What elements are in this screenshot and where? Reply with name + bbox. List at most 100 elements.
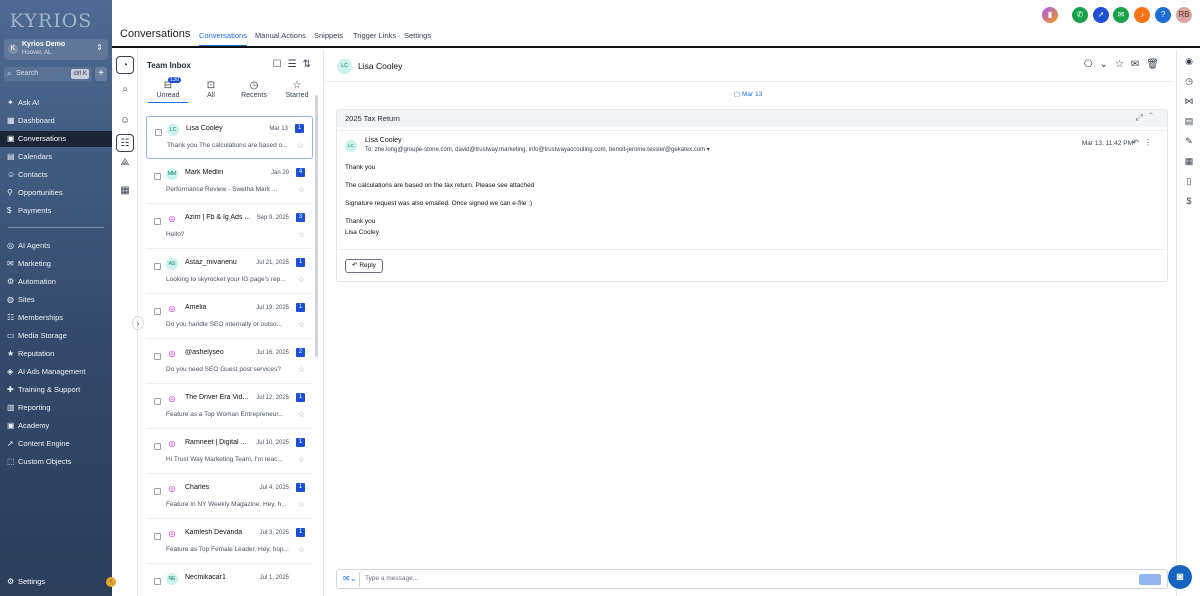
sidebar-item-calendars[interactable]: ▤ Calendars bbox=[0, 149, 112, 165]
sidebar-item-opportunities[interactable]: ⚲ Opportunities bbox=[0, 185, 112, 201]
conversation-row[interactable]: ◎ Ramneet | Digital ... Jul 10, 2025 1 Hi Tr… bbox=[146, 431, 313, 474]
row-checkbox[interactable] bbox=[154, 173, 161, 180]
filter-icon[interactable]: ☰ bbox=[288, 59, 303, 70]
conversation-row[interactable]: NE Necmikacar1 Jul 1, 2025 bbox=[146, 566, 313, 596]
star-icon[interactable]: ☆ bbox=[298, 275, 305, 284]
notes-icon[interactable]: ✎ bbox=[1182, 134, 1196, 148]
filter-tab-starred[interactable]: ☆ Starred bbox=[277, 80, 317, 99]
history-icon[interactable]: ◷ bbox=[1182, 74, 1196, 88]
star-icon[interactable]: ☆ bbox=[298, 455, 305, 464]
row-checkbox[interactable] bbox=[154, 443, 161, 450]
sort-icon[interactable]: ⇅ bbox=[303, 59, 317, 70]
sidebar-item-contacts[interactable]: ☺ Contacts bbox=[0, 167, 112, 183]
conversation-row[interactable]: LC Lisa Cooley Mar 13 1 Thank you The calcul… bbox=[146, 116, 313, 159]
sidebar-item-media-storage[interactable]: ▭ Media Storage bbox=[0, 328, 112, 344]
sidebar-item-content-engine[interactable]: ➚ Content Engine bbox=[0, 436, 112, 452]
chevron-down-icon[interactable]: ⌄ bbox=[1100, 59, 1115, 70]
star-icon[interactable]: ☆ bbox=[298, 320, 305, 329]
rocket-icon[interactable]: ➚ bbox=[1093, 7, 1109, 23]
document-icon[interactable]: ▯ bbox=[1182, 174, 1196, 188]
team-icon[interactable]: ☷ bbox=[116, 134, 134, 152]
row-checkbox[interactable] bbox=[154, 218, 161, 225]
row-checkbox[interactable] bbox=[154, 398, 161, 405]
message-composer[interactable]: ✉⌄ Type a message... bbox=[336, 569, 1168, 589]
profile-icon[interactable]: ◉ bbox=[1182, 54, 1196, 68]
star-icon[interactable]: ☆ bbox=[297, 141, 304, 150]
sidebar-item-payments[interactable]: $ Payments bbox=[0, 203, 112, 219]
announcement-icon[interactable]: ✉ bbox=[1113, 7, 1129, 23]
tasks-icon[interactable]: ▤ bbox=[1182, 114, 1196, 128]
calendar-icon[interactable]: ▦ bbox=[1182, 154, 1196, 168]
conversation-row[interactable]: AS Astaz_mivanenu Jul 21, 2025 1 Looking to … bbox=[146, 251, 313, 294]
sidebar-item-ask-ai[interactable]: ✦ Ask AI bbox=[0, 95, 112, 111]
tab-trigger-links[interactable]: Trigger Links bbox=[353, 31, 396, 40]
brand-logo[interactable]: KYRIOS bbox=[6, 10, 96, 32]
conversation-row[interactable]: ◎ Kamlesh Devanda Jul 3, 2025 1 Feature as T… bbox=[146, 521, 313, 564]
calendar-icon[interactable]: ▦ bbox=[116, 182, 134, 200]
mail-icon[interactable]: ✉ bbox=[1131, 59, 1146, 70]
tab-snippets[interactable]: Snippets bbox=[314, 31, 343, 40]
bell-icon[interactable]: ♪ bbox=[1134, 7, 1150, 23]
tab-manual-actions[interactable]: Manual Actions bbox=[255, 31, 306, 40]
row-checkbox[interactable] bbox=[154, 578, 161, 585]
row-checkbox[interactable] bbox=[154, 353, 161, 360]
tab-settings[interactable]: Settings bbox=[404, 31, 431, 40]
tab-conversations[interactable]: Conversations bbox=[199, 31, 247, 46]
payments-icon[interactable]: $ bbox=[1182, 194, 1196, 208]
sidebar-item-custom-objects[interactable]: ⬚ Custom Objects bbox=[0, 454, 112, 470]
chevron-down-icon[interactable]: ▾ bbox=[707, 147, 710, 153]
sidebar-item-ai-ads-management[interactable]: ◈ AI Ads Management bbox=[0, 364, 112, 380]
sidebar-item-dashboard[interactable]: ▦ Dashboard bbox=[0, 113, 112, 129]
row-checkbox[interactable] bbox=[154, 488, 161, 495]
row-checkbox[interactable] bbox=[155, 129, 162, 136]
contact-avatar[interactable]: LC bbox=[337, 59, 352, 74]
filter-tab-unread[interactable]: ⊟ 130 Unread bbox=[148, 77, 188, 103]
thread-header[interactable]: 2025 Tax Return ⤢⌃ bbox=[337, 110, 1167, 127]
sidebar-item-academy[interactable]: ▣ Academy bbox=[0, 418, 112, 434]
conversation-row[interactable]: ◎ Azim | Fb & Ig Ads ... Sep 9, 2025 3 Hello… bbox=[146, 206, 313, 249]
star-icon[interactable]: ☆ bbox=[298, 185, 305, 194]
search-icon[interactable]: ⌕ bbox=[116, 81, 134, 99]
star-icon[interactable]: ☆ bbox=[298, 500, 305, 509]
conversation-row[interactable]: MM Mark Medlin Jan 20 4 Performance Review -… bbox=[146, 161, 313, 204]
help-icon[interactable]: ? bbox=[1155, 7, 1171, 23]
phone-icon[interactable]: ✆ bbox=[1072, 7, 1088, 23]
select-all-checkbox[interactable]: ☐ bbox=[273, 59, 288, 70]
row-checkbox[interactable] bbox=[154, 263, 161, 270]
star-icon[interactable]: ☆ bbox=[1115, 59, 1131, 70]
workflow-icon[interactable]: ⟁ bbox=[116, 154, 134, 172]
sidebar-item-automation[interactable]: ⚙ Automation bbox=[0, 274, 112, 290]
sidebar-item-sites[interactable]: ◍ Sites bbox=[0, 292, 112, 308]
more-icon[interactable]: ⋮ bbox=[1144, 138, 1157, 147]
trash-icon[interactable]: 🗑 bbox=[1146, 59, 1166, 70]
user-avatar[interactable]: RB bbox=[1176, 7, 1192, 23]
conversation-row[interactable]: ◎ The Driver Era Vid... Jul 12, 2025 1 Featu… bbox=[146, 386, 313, 429]
sidebar-item-training-support[interactable]: ✚ Training & Support bbox=[0, 382, 112, 398]
sidebar-item-conversations[interactable]: ▣ Conversations bbox=[0, 131, 112, 147]
reply-button[interactable]: ↶ Reply bbox=[345, 259, 383, 273]
list-scrollbar[interactable] bbox=[315, 95, 318, 357]
chat-widget-button[interactable]: ◙ bbox=[1168, 565, 1192, 589]
star-icon[interactable]: ☆ bbox=[298, 545, 305, 554]
star-icon[interactable]: ☆ bbox=[298, 365, 305, 374]
row-checkbox[interactable] bbox=[154, 533, 161, 540]
star-icon[interactable]: ☆ bbox=[298, 230, 305, 239]
row-checkbox[interactable] bbox=[154, 308, 161, 315]
sidebar-item-reporting[interactable]: ▥ Reporting bbox=[0, 400, 112, 416]
contact-icon[interactable]: ☺ bbox=[116, 112, 134, 130]
chevron-up-icon[interactable]: ⌃ bbox=[1149, 112, 1159, 122]
sidebar-item-reputation[interactable]: ★ Reputation bbox=[0, 346, 112, 362]
sidebar-item-memberships[interactable]: ☷ Memberships bbox=[0, 310, 112, 326]
sidebar-search-input[interactable]: ⌕ Search ctrl K bbox=[4, 67, 92, 81]
sidebar-item-marketing[interactable]: ✉ Marketing bbox=[0, 256, 112, 272]
quick-add-button[interactable]: + bbox=[95, 67, 107, 81]
filter-tab-all[interactable]: ⊡ All bbox=[191, 80, 231, 99]
expand-icon[interactable]: ⤢ bbox=[1136, 112, 1149, 122]
sidebar-item-settings[interactable]: ⚙ Settings bbox=[0, 574, 112, 590]
conversation-row[interactable]: ◎ Charles Jul 4, 2025 1 Feature In NY Weekly… bbox=[146, 476, 313, 519]
apps-icon[interactable]: ▮ bbox=[1042, 7, 1058, 23]
filter-tab-recents[interactable]: ◷ Recents bbox=[234, 80, 274, 99]
send-button[interactable] bbox=[1139, 574, 1161, 585]
assign-icon[interactable]: ⎔ bbox=[1084, 59, 1100, 70]
star-icon[interactable]: ☆ bbox=[298, 410, 305, 419]
